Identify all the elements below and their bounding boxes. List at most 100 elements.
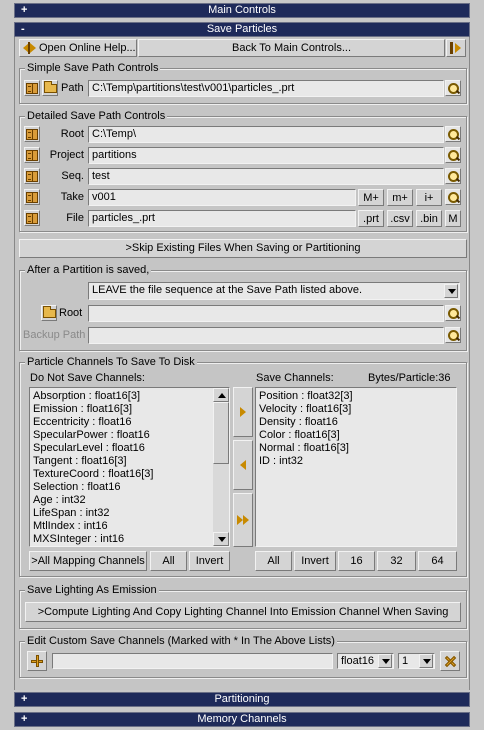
project-input[interactable]: partitions bbox=[88, 147, 444, 164]
custom-channel-name-input[interactable] bbox=[52, 653, 333, 669]
listbox-scrollbar[interactable] bbox=[213, 388, 229, 546]
rollout-main-controls[interactable]: + Main Controls bbox=[14, 3, 470, 18]
scroll-up-button[interactable] bbox=[213, 388, 229, 402]
add-channel-button[interactable] bbox=[27, 651, 47, 671]
book-icon bbox=[26, 129, 38, 140]
list-item[interactable]: SpecularPower : float16 bbox=[30, 429, 229, 442]
right-all-button[interactable]: All bbox=[255, 551, 292, 571]
next-rollout-button[interactable] bbox=[446, 39, 466, 57]
all-mapping-channels-button[interactable]: >All Mapping Channels bbox=[29, 551, 147, 571]
search-icon[interactable] bbox=[445, 126, 461, 142]
search-icon[interactable] bbox=[445, 147, 461, 163]
list-item[interactable]: Absorption : float16[3] bbox=[30, 390, 229, 403]
chevron-down-icon[interactable] bbox=[378, 654, 392, 668]
search-icon[interactable] bbox=[445, 80, 461, 96]
rollout-title: Partitioning bbox=[214, 693, 270, 705]
left-all-button[interactable]: All bbox=[150, 551, 187, 571]
project-book-button[interactable] bbox=[24, 147, 40, 163]
list-item[interactable]: Emission : float16[3] bbox=[30, 403, 229, 416]
list-item[interactable]: MXSInteger : int16 bbox=[30, 533, 229, 546]
root-input[interactable]: C:\Temp\ bbox=[88, 126, 444, 143]
seq-input[interactable]: test bbox=[88, 168, 444, 185]
take-book-button[interactable] bbox=[24, 189, 40, 205]
list-item[interactable]: LifeSpan : int32 bbox=[30, 507, 229, 520]
major-increment-button[interactable]: M+ bbox=[358, 189, 384, 206]
open-online-help-button[interactable]: Open Online Help... bbox=[19, 39, 137, 57]
skip-existing-files-button[interactable]: >Skip Existing Files When Saving or Part… bbox=[19, 239, 467, 258]
prt-format-button[interactable]: .prt bbox=[358, 210, 384, 227]
chevron-down-icon[interactable] bbox=[444, 284, 458, 298]
right-invert-button[interactable]: Invert bbox=[294, 551, 336, 571]
group-title: Detailed Save Path Controls bbox=[25, 110, 168, 122]
save-channels-listbox[interactable]: Position : float32[3] Velocity : float16[… bbox=[255, 387, 457, 547]
book-icon bbox=[26, 213, 38, 224]
folder-browse-button[interactable] bbox=[42, 80, 58, 96]
group-title: Save Lighting As Emission bbox=[25, 584, 159, 596]
compute-lighting-button[interactable]: >Compute Lighting And Copy Lighting Chan… bbox=[25, 602, 461, 622]
take-input[interactable]: v001 bbox=[88, 189, 356, 206]
rollout-title: Memory Channels bbox=[197, 713, 287, 725]
book-icon bbox=[26, 192, 38, 203]
book-icon-button[interactable] bbox=[24, 80, 40, 96]
list-item[interactable]: Tangent : float16[3] bbox=[30, 455, 229, 468]
list-item[interactable]: Position : float32[3] bbox=[256, 390, 456, 403]
scroll-down-button[interactable] bbox=[213, 532, 229, 546]
csv-format-button[interactable]: .csv bbox=[387, 210, 413, 227]
list-item[interactable]: Density : float16 bbox=[256, 416, 456, 429]
dropdown-value: LEAVE the file sequence at the Save Path… bbox=[92, 284, 363, 296]
list-item[interactable]: Selection : float16 bbox=[30, 481, 229, 494]
file-input[interactable]: particles_.prt bbox=[88, 210, 356, 227]
move-all-right-button[interactable] bbox=[233, 493, 253, 547]
left-invert-button[interactable]: Invert bbox=[189, 551, 230, 571]
rollout-save-particles[interactable]: - Save Particles bbox=[14, 22, 470, 37]
delete-channel-button[interactable] bbox=[440, 651, 460, 671]
list-item[interactable]: Color : float16[3] bbox=[256, 429, 456, 442]
search-icon[interactable] bbox=[445, 305, 461, 321]
search-icon[interactable] bbox=[445, 189, 461, 205]
list-item[interactable]: TextureCoord : float16[3] bbox=[30, 468, 229, 481]
file-book-button[interactable] bbox=[24, 210, 40, 226]
do-not-save-items: Absorption : float16[3] Emission : float1… bbox=[30, 388, 229, 546]
list-item[interactable]: MtlIndex : int16 bbox=[30, 520, 229, 533]
forward-arrow-icon bbox=[450, 42, 464, 54]
iteration-increment-button[interactable]: i+ bbox=[416, 189, 442, 206]
move-right-button[interactable] bbox=[233, 387, 253, 437]
seq-label: Seq. bbox=[61, 170, 84, 182]
root-folder-button[interactable] bbox=[41, 305, 57, 321]
save-channels-label: Save Channels: bbox=[256, 372, 334, 384]
rollout-partitioning[interactable]: + Partitioning bbox=[14, 692, 470, 707]
scroll-thumb[interactable] bbox=[213, 402, 229, 464]
take-label: Take bbox=[60, 191, 84, 203]
seq-book-button[interactable] bbox=[24, 168, 40, 184]
minor-increment-button[interactable]: m+ bbox=[387, 189, 413, 206]
m-format-button[interactable]: M bbox=[445, 210, 461, 227]
chevron-up-icon bbox=[218, 393, 226, 398]
dropdown-value: float16 bbox=[341, 655, 375, 667]
move-left-button[interactable] bbox=[233, 440, 253, 490]
list-item[interactable]: Eccentricity : float16 bbox=[30, 416, 229, 429]
do-not-save-listbox[interactable]: Absorption : float16[3] Emission : float1… bbox=[29, 387, 230, 547]
project-label: Project bbox=[49, 149, 84, 161]
list-item[interactable]: Normal : float16[3] bbox=[256, 442, 456, 455]
search-icon[interactable] bbox=[445, 168, 461, 184]
list-item[interactable]: Velocity : float16[3] bbox=[256, 403, 456, 416]
list-item[interactable]: Age : int32 bbox=[30, 494, 229, 507]
back-to-main-controls-button[interactable]: Back To Main Controls... bbox=[138, 39, 445, 57]
group-title: Edit Custom Save Channels (Marked with *… bbox=[25, 635, 337, 647]
precision-64-button[interactable]: 64 bbox=[418, 551, 457, 571]
list-item[interactable]: ID : int32 bbox=[256, 455, 456, 468]
precision-16-button[interactable]: 16 bbox=[338, 551, 375, 571]
after-root-input[interactable] bbox=[88, 305, 444, 322]
backup-path-input[interactable] bbox=[88, 327, 444, 344]
after-partition-dropdown[interactable]: LEAVE the file sequence at the Save Path… bbox=[88, 282, 460, 300]
list-item[interactable]: SpecularLevel : float16 bbox=[30, 442, 229, 455]
chevron-down-icon bbox=[218, 537, 226, 542]
rollout-memory-channels[interactable]: + Memory Channels bbox=[14, 712, 470, 727]
precision-32-button[interactable]: 32 bbox=[377, 551, 416, 571]
bin-format-button[interactable]: .bin bbox=[416, 210, 442, 227]
file-label: File bbox=[66, 212, 84, 224]
search-icon[interactable] bbox=[445, 327, 461, 343]
path-input[interactable]: C:\Temp\partitions\test\v001\particles_.… bbox=[88, 80, 444, 97]
root-book-button[interactable] bbox=[24, 126, 40, 142]
chevron-down-icon[interactable] bbox=[419, 654, 433, 668]
